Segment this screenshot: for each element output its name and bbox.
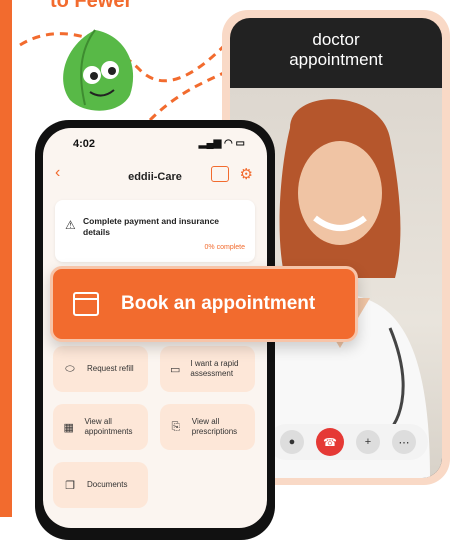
book-appointment-button[interactable]: Book an appointment <box>50 266 358 342</box>
task-title: Complete payment and insurance details <box>83 216 220 237</box>
warning-icon: ⚠ <box>65 218 76 232</box>
signal-wifi-battery-icons: ▂▄▆ ◠ ▭ <box>198 138 245 149</box>
call-controls-bar: ● ☎ + ⋯ <box>268 424 428 460</box>
view-appointments-tile[interactable]: ▦ View all appointments <box>53 404 148 450</box>
more-icon[interactable]: ⋯ <box>392 430 416 454</box>
task-card[interactable]: ⚠ Complete payment and insurance details… <box>55 200 255 262</box>
chat-icon[interactable] <box>211 166 229 182</box>
task-progress: 0% complete <box>204 244 245 251</box>
pill-icon: ⬭ <box>65 362 75 375</box>
chat-icon: ▭ <box>170 363 181 376</box>
gear-icon[interactable]: ⚙ <box>240 165 253 183</box>
status-bar: 4:02 ▂▄▆ ◠ ▭ <box>43 136 267 154</box>
end-call-icon[interactable]: ☎ <box>316 428 344 456</box>
add-person-icon[interactable]: + <box>356 430 380 454</box>
documents-tile[interactable]: ❐ Documents <box>53 462 148 508</box>
book-appointment-label: Book an appointment <box>121 293 316 314</box>
headline-fragment: to Fewer <box>50 0 133 12</box>
mute-icon[interactable]: ● <box>280 430 304 454</box>
calendar-icon: ▦ <box>63 421 74 434</box>
calendar-icon <box>73 292 99 316</box>
app-title: eddii-Care <box>128 171 182 183</box>
status-time: 4:02 <box>73 138 96 150</box>
documents-icon: ❐ <box>65 479 75 492</box>
orange-side-band <box>0 0 12 517</box>
view-prescriptions-tile[interactable]: ⎘ View all prescriptions <box>160 404 255 450</box>
video-call-title: doctor appointment <box>289 30 383 69</box>
prescription-icon: ⎘ <box>171 420 181 433</box>
rapid-assessment-tile[interactable]: ▭ I want a rapid assessment <box>160 346 255 392</box>
leaf-mascot-illustration <box>63 29 134 111</box>
request-refill-tile[interactable]: ⬭ Request refill <box>53 346 148 392</box>
